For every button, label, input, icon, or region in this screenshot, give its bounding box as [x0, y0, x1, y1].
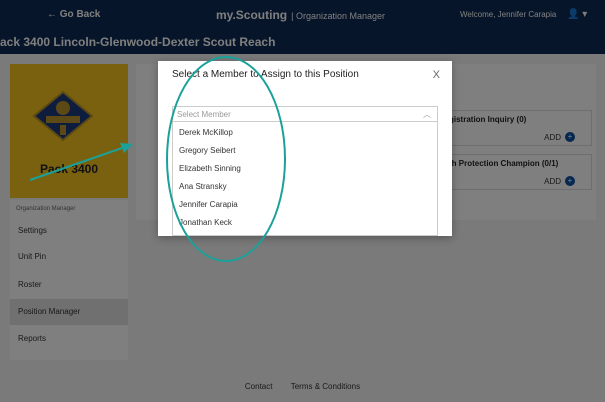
modal-title: Select a Member to Assign to this Positi…: [172, 69, 359, 80]
member-option[interactable]: Jennifer Carapia: [179, 200, 238, 209]
member-option[interactable]: Ana Stransky: [179, 182, 227, 191]
close-icon[interactable]: X: [433, 69, 440, 81]
chevron-up-icon: ︿: [423, 110, 431, 119]
member-option[interactable]: Gregory Seibert: [179, 146, 235, 155]
select-placeholder: Select Member: [177, 110, 231, 119]
member-options-list: Derek McKillop Gregory Seibert Elizabeth…: [172, 122, 438, 236]
member-option[interactable]: Derek McKillop: [179, 128, 233, 137]
select-member-modal: Select a Member to Assign to this Positi…: [158, 61, 452, 236]
member-select[interactable]: Select Member ︿: [172, 106, 438, 122]
member-option[interactable]: Elizabeth Sinning: [179, 164, 241, 173]
member-option[interactable]: Jonathan Keck: [179, 218, 232, 227]
